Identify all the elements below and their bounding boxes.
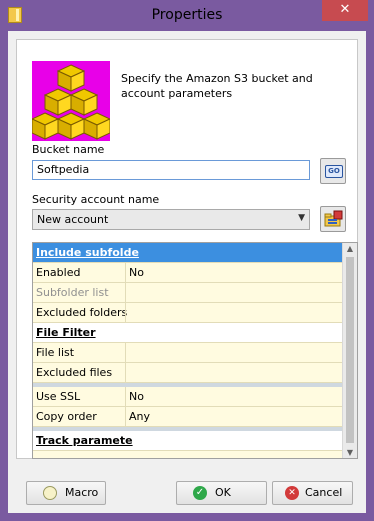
scrollbar-thumb[interactable] bbox=[346, 257, 354, 443]
dialog-client-area: Specify the Amazon S3 bucket and account… bbox=[8, 31, 366, 513]
grid-row-copy-order[interactable]: Copy order Any bbox=[33, 407, 343, 427]
scroll-down-icon[interactable]: ▼ bbox=[343, 448, 357, 457]
cancel-label: Cancel bbox=[305, 486, 343, 499]
close-button[interactable]: ✕ bbox=[322, 0, 368, 21]
grid-row-key: Use SSL bbox=[36, 390, 81, 403]
bucket-name-label: Bucket name bbox=[32, 143, 105, 156]
grid-scrollbar[interactable]: ▲ ▼ bbox=[342, 243, 357, 458]
security-account-select[interactable]: New account ▼ bbox=[32, 209, 310, 230]
grid-row-file-list[interactable]: File list bbox=[33, 343, 343, 363]
properties-window: Properties ✕ Specify the Amazon S3 bucke… bbox=[0, 0, 374, 521]
macro-button[interactable]: Macro bbox=[26, 481, 106, 505]
grid-row-value[interactable]: Any bbox=[129, 410, 150, 423]
grid-row-key: Excluded files bbox=[36, 366, 113, 379]
grid-row-file-filter[interactable]: File Filter bbox=[33, 323, 343, 343]
bucket-name-input[interactable]: Softpedia bbox=[32, 160, 310, 180]
grid-row-excluded-files[interactable]: Excluded files bbox=[33, 363, 343, 383]
grid-row-key: Enabled bbox=[36, 266, 81, 279]
grid-row-enabled[interactable]: Enabled No bbox=[33, 263, 343, 283]
security-account-label: Security account name bbox=[32, 193, 160, 206]
boxes-icon bbox=[30, 61, 112, 141]
header-description: Specify the Amazon S3 bucket and account… bbox=[121, 72, 313, 100]
grid-row-value[interactable]: No bbox=[129, 390, 144, 403]
go-icon: GO bbox=[325, 165, 343, 178]
properties-grid[interactable]: Include subfolde Enabled No Subfolder lis… bbox=[32, 242, 358, 459]
grid-row-key: Subfolder list bbox=[36, 286, 109, 299]
grid-row-excluded-folders[interactable]: Excluded folders bbox=[33, 303, 343, 323]
title-bar[interactable]: Properties ✕ bbox=[0, 0, 374, 31]
grid-row-key: Track paramete bbox=[36, 434, 133, 447]
grid-row-key: Copy order bbox=[36, 410, 97, 423]
window-title: Properties bbox=[151, 7, 223, 23]
ok-button[interactable]: ✓ OK bbox=[176, 481, 267, 505]
account-folder-icon bbox=[324, 210, 343, 227]
macro-label: Macro bbox=[65, 486, 99, 499]
cancel-icon: ✕ bbox=[285, 486, 299, 500]
grid-row-value[interactable]: No bbox=[129, 266, 144, 279]
grid-row-track-parameters[interactable]: Track paramete bbox=[33, 431, 343, 451]
scroll-up-icon[interactable]: ▲ bbox=[343, 244, 357, 253]
grid-row-key: File list bbox=[36, 346, 75, 359]
grid-row-subfolder-list[interactable]: Subfolder list bbox=[33, 283, 343, 303]
lightbulb-icon bbox=[43, 486, 57, 500]
grid-row-key: File Filter bbox=[36, 326, 96, 339]
go-button[interactable]: GO bbox=[320, 158, 346, 184]
chevron-down-icon: ▼ bbox=[298, 213, 305, 223]
ok-label: OK bbox=[215, 486, 231, 499]
grid-row-use-ssl[interactable]: Use SSL No bbox=[33, 387, 343, 407]
grid-row-key: Excluded folders bbox=[36, 306, 128, 319]
browse-account-button[interactable] bbox=[320, 206, 346, 232]
security-account-value: New account bbox=[37, 213, 109, 226]
check-icon: ✓ bbox=[193, 486, 207, 500]
grid-row-key: Include subfolde bbox=[36, 246, 139, 259]
cancel-button[interactable]: ✕ Cancel bbox=[272, 481, 353, 505]
grid-row-include-subfolders[interactable]: Include subfolde bbox=[33, 243, 343, 263]
